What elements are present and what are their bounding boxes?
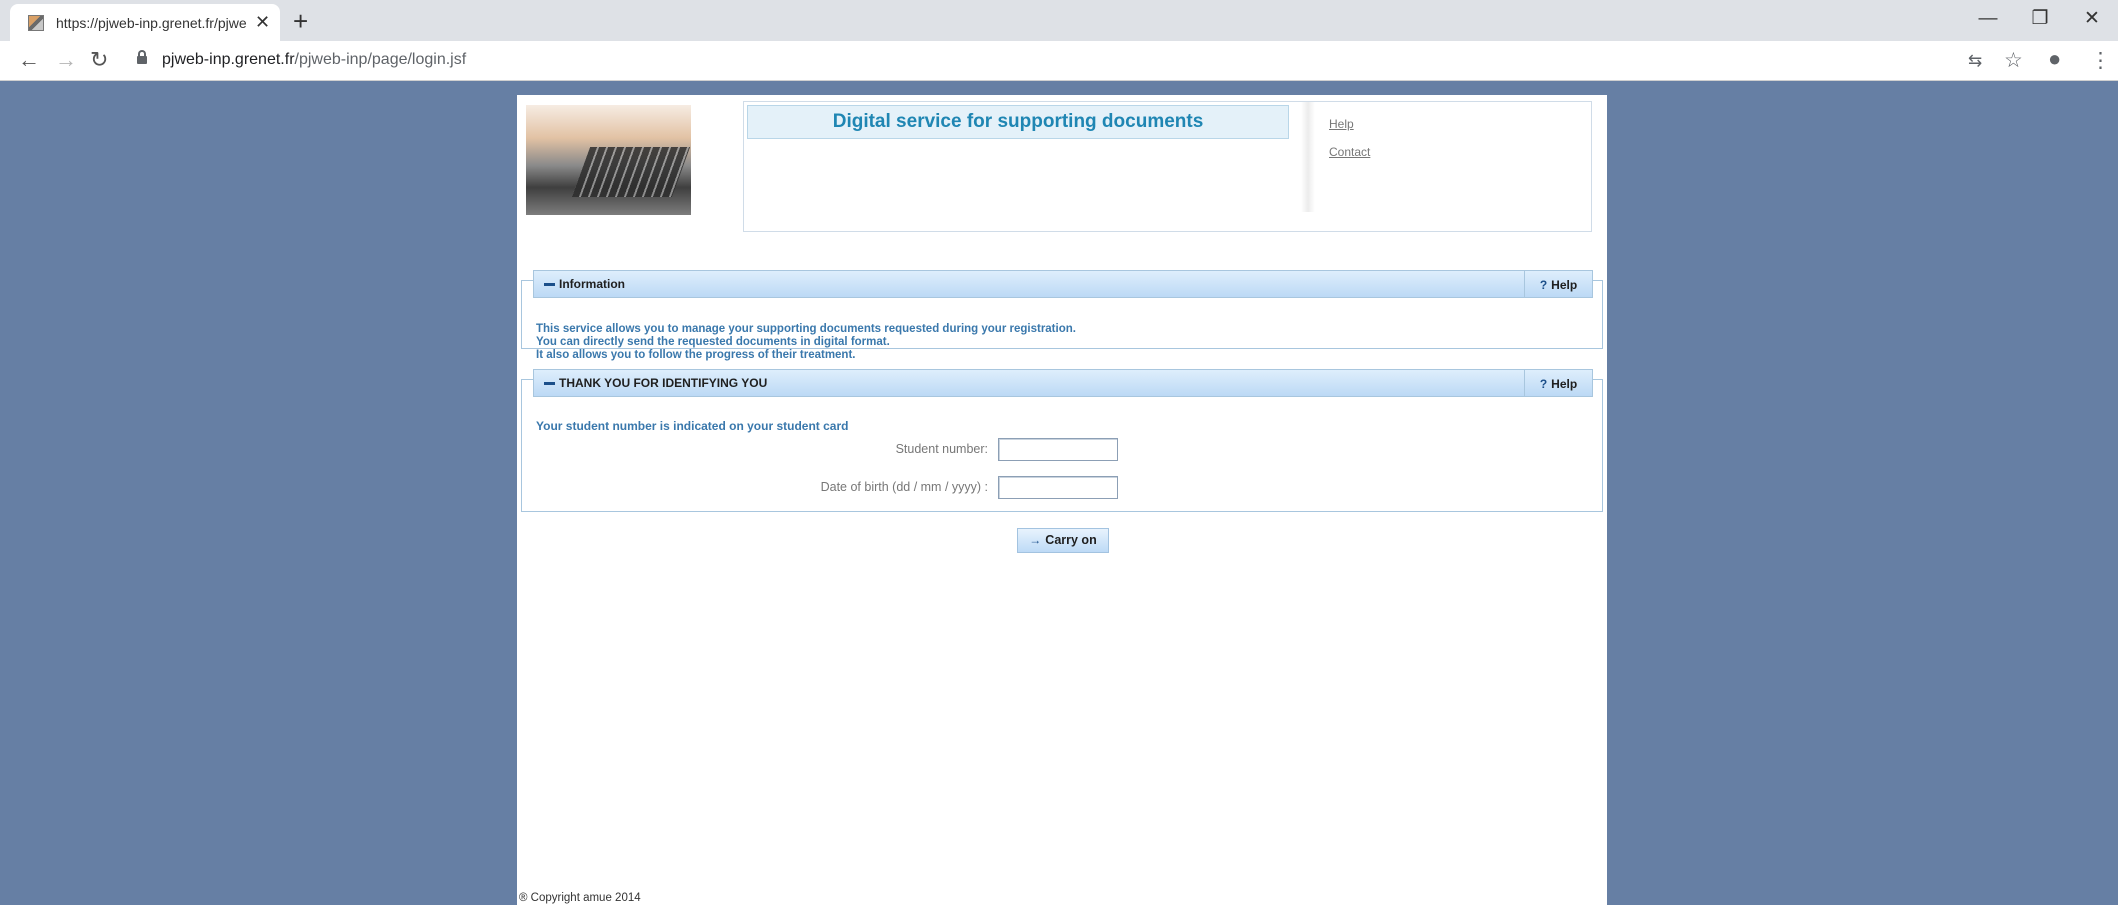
close-tab-icon[interactable]: ✕ bbox=[255, 12, 270, 33]
keyboard-hands-image bbox=[526, 105, 691, 215]
student-number-input[interactable] bbox=[998, 438, 1118, 461]
arrow-right-icon: → bbox=[1029, 533, 1042, 547]
identification-section: Your student number is indicated on your… bbox=[521, 379, 1603, 512]
question-icon: ? bbox=[1539, 377, 1548, 391]
identification-help-button[interactable]: ? Help bbox=[1524, 370, 1592, 396]
student-number-label: Student number: bbox=[895, 442, 988, 456]
help-label: Help bbox=[1551, 278, 1578, 292]
carry-on-label: Carry on bbox=[1045, 533, 1097, 547]
restore-button[interactable]: ❐ bbox=[2014, 0, 2066, 40]
forward-arrow-icon[interactable]: → bbox=[55, 47, 77, 73]
help-label: Help bbox=[1551, 377, 1578, 391]
date-of-birth-input[interactable] bbox=[998, 476, 1118, 499]
information-line: This service allows you to manage your s… bbox=[536, 323, 1076, 335]
information-text: This service allows you to manage your s… bbox=[536, 323, 1076, 362]
back-arrow-icon[interactable]: ← bbox=[18, 47, 40, 73]
tab-strip: https://pjweb-inp.grenet.fr/pjwe ✕ + — ❐… bbox=[0, 0, 2118, 41]
tab-title: https://pjweb-inp.grenet.fr/pjwe bbox=[56, 14, 247, 31]
identification-header[interactable]: THANK YOU FOR IDENTIFYING YOU ? Help bbox=[533, 369, 1593, 397]
page-title: Digital service for supporting documents bbox=[747, 105, 1289, 139]
header-panel: Digital service for supporting documents… bbox=[743, 101, 1592, 232]
new-tab-button[interactable]: + bbox=[293, 6, 308, 37]
star-icon[interactable]: ☆ bbox=[2004, 48, 2023, 73]
browser-tab[interactable]: https://pjweb-inp.grenet.fr/pjwe ✕ bbox=[10, 4, 280, 41]
identification-title: THANK YOU FOR IDENTIFYING YOU bbox=[559, 376, 768, 390]
information-header[interactable]: Information ? Help bbox=[533, 270, 1593, 298]
contact-link[interactable]: Contact bbox=[1329, 145, 1370, 159]
page-container: Digital service for supporting documents… bbox=[517, 95, 1607, 905]
collapse-icon[interactable] bbox=[544, 283, 555, 286]
close-window-button[interactable]: ✕ bbox=[2066, 0, 2118, 40]
student-card-hint: Your student number is indicated on your… bbox=[536, 419, 849, 433]
header-divider bbox=[1301, 102, 1315, 212]
minimize-button[interactable]: — bbox=[1962, 0, 2014, 40]
menu-icon[interactable]: ⋮ bbox=[2090, 48, 2111, 73]
information-line: It also allows you to follow the progres… bbox=[536, 349, 856, 361]
help-link[interactable]: Help bbox=[1329, 117, 1354, 131]
copyright-text: ® Copyright amue 2014 bbox=[519, 892, 641, 904]
url-host: pjweb-inp.grenet.fr bbox=[162, 51, 295, 68]
address-bar[interactable]: pjweb-inp.grenet.fr/pjweb-inp/page/login… bbox=[162, 51, 466, 69]
profile-icon[interactable]: ● bbox=[2048, 46, 2061, 72]
lock-icon bbox=[137, 50, 147, 64]
carry-on-button[interactable]: → Carry on bbox=[1017, 528, 1109, 553]
information-title: Information bbox=[559, 277, 625, 291]
url-path: /pjweb-inp/page/login.jsf bbox=[294, 51, 467, 68]
browser-toolbar: ← → ↻ pjweb-inp.grenet.fr/pjweb-inp/page… bbox=[0, 41, 2118, 81]
favicon-icon bbox=[28, 14, 44, 31]
window-controls: — ❐ ✕ bbox=[1962, 0, 2118, 40]
information-help-button[interactable]: ? Help bbox=[1524, 271, 1592, 297]
question-icon: ? bbox=[1539, 278, 1548, 292]
date-of-birth-label: Date of birth (dd / mm / yyyy) : bbox=[820, 480, 988, 494]
information-line: You can directly send the requested docu… bbox=[536, 336, 890, 348]
reload-icon[interactable]: ↻ bbox=[90, 47, 108, 73]
collapse-icon[interactable] bbox=[544, 382, 555, 385]
translate-icon[interactable]: ⇆ bbox=[1968, 51, 1982, 71]
